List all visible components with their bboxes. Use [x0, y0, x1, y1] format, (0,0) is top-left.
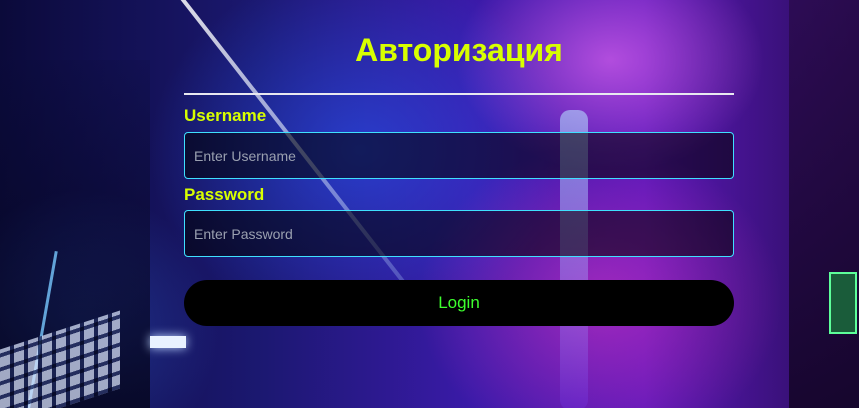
username-input[interactable]	[184, 132, 734, 179]
password-input[interactable]	[184, 210, 734, 257]
background-neon-sign	[829, 272, 857, 334]
cyberpunk-city-background: Авторизация Username Password Login	[0, 0, 859, 408]
background-lamp	[150, 336, 186, 348]
username-label: Username	[184, 106, 267, 125]
page-title: Авторизация	[355, 32, 563, 68]
title-divider	[184, 93, 734, 95]
login-button[interactable]: Login	[184, 280, 734, 326]
background-building-right	[789, 0, 859, 408]
password-label: Password	[184, 185, 265, 204]
